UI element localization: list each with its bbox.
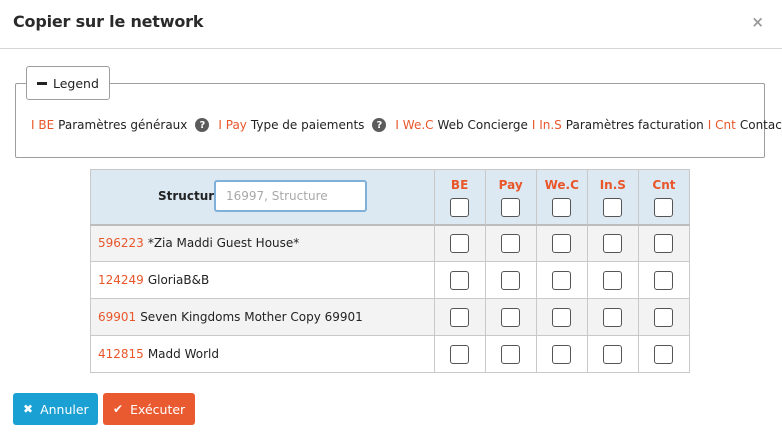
structure-cell: 412815 Madd World bbox=[90, 335, 435, 373]
row-be-checkbox[interactable] bbox=[450, 270, 470, 290]
row-pay-checkbox[interactable] bbox=[501, 233, 521, 253]
legend-label-cnt: Contacts bbox=[739, 118, 782, 132]
check-icon: ✔ bbox=[113, 402, 124, 416]
select-all-be-checkbox[interactable] bbox=[450, 198, 470, 217]
structure-name: Madd World bbox=[147, 347, 219, 361]
table-row: 596223 *Zia Maddi Guest House* bbox=[90, 224, 691, 262]
row-pay-checkbox[interactable] bbox=[501, 344, 521, 364]
table-row: 124249 GloriaB&B bbox=[90, 261, 691, 299]
row-be-checkbox[interactable] bbox=[450, 233, 470, 253]
legend-button-label: Legend bbox=[53, 75, 99, 91]
legend-label-pay: Type de paiements bbox=[250, 118, 365, 132]
legend-code-be: I BE bbox=[31, 118, 55, 132]
legend-label-ins: Paramètres facturation bbox=[565, 118, 704, 132]
row-cnt-checkbox[interactable] bbox=[654, 307, 674, 327]
legend-code-wec: I We.C bbox=[395, 118, 434, 132]
row-wec-checkbox[interactable] bbox=[552, 307, 572, 327]
column-ins-label: In.S bbox=[599, 178, 626, 192]
column-be: BE bbox=[433, 169, 486, 225]
column-pay: Pay bbox=[484, 169, 537, 225]
select-all-cnt-checkbox[interactable] bbox=[654, 198, 674, 217]
structure-search-input[interactable] bbox=[214, 180, 367, 212]
structure-cell: 69901 Seven Kingdoms Mother Copy 69901 bbox=[90, 298, 435, 336]
close-icon[interactable]: × bbox=[751, 13, 764, 31]
structure-id: 412815 bbox=[98, 347, 144, 361]
help-icon[interactable]: ? bbox=[195, 118, 210, 132]
row-cnt-checkbox[interactable] bbox=[654, 344, 674, 364]
help-icon[interactable]: ? bbox=[372, 118, 387, 132]
table-header-row: Structure BE Pay We.C In.S Cnt bbox=[90, 169, 691, 225]
legend-items: I BE Paramètres généraux ? I Pay Type de… bbox=[31, 118, 782, 132]
structure-name: Seven Kingdoms Mother Copy 69901 bbox=[140, 310, 363, 324]
structure-id: 69901 bbox=[98, 310, 137, 324]
column-wec: We.C bbox=[535, 169, 588, 225]
structure-name: GloriaB&B bbox=[147, 273, 210, 287]
row-ins-checkbox[interactable] bbox=[603, 344, 623, 364]
row-ins-checkbox[interactable] bbox=[603, 233, 623, 253]
row-pay-checkbox[interactable] bbox=[501, 307, 521, 327]
execute-button-label: Exécuter bbox=[130, 401, 186, 417]
structure-id: 124249 bbox=[98, 273, 144, 287]
legend-label-be: Paramètres généraux bbox=[58, 118, 188, 132]
legend-label-wec: Web Concierge bbox=[437, 118, 528, 132]
row-cnt-checkbox[interactable] bbox=[654, 233, 674, 253]
row-be-checkbox[interactable] bbox=[450, 307, 470, 327]
column-be-label: BE bbox=[450, 178, 469, 192]
modal-title: Copier sur le network bbox=[13, 12, 204, 31]
legend-code-ins: I In.S bbox=[531, 118, 562, 132]
column-cnt-label: Cnt bbox=[652, 178, 676, 192]
execute-button[interactable]: ✔ Exécuter bbox=[103, 393, 195, 425]
close-icon: ✖ bbox=[23, 402, 34, 416]
structure-id: 596223 bbox=[98, 236, 144, 251]
structure-cell: 596223 *Zia Maddi Guest House* bbox=[90, 224, 435, 262]
table-row: 69901 Seven Kingdoms Mother Copy 69901 bbox=[90, 298, 691, 336]
row-be-checkbox[interactable] bbox=[450, 344, 470, 364]
row-cnt-checkbox[interactable] bbox=[654, 270, 674, 290]
select-all-wec-checkbox[interactable] bbox=[552, 198, 572, 217]
minus-icon bbox=[37, 81, 47, 85]
modal-header: Copier sur le network × bbox=[0, 0, 782, 49]
row-wec-checkbox[interactable] bbox=[552, 344, 572, 364]
cancel-button-label: Annuler bbox=[40, 401, 89, 417]
select-all-pay-checkbox[interactable] bbox=[501, 198, 521, 217]
table-row: 412815 Madd World bbox=[90, 335, 691, 373]
cancel-button[interactable]: ✖ Annuler bbox=[13, 393, 98, 425]
legend-code-cnt: I Cnt bbox=[707, 118, 736, 132]
structures-table: Structure BE Pay We.C In.S Cnt bbox=[90, 169, 691, 373]
legend-code-pay: I Pay bbox=[218, 118, 247, 132]
row-wec-checkbox[interactable] bbox=[552, 270, 572, 290]
row-ins-checkbox[interactable] bbox=[603, 270, 623, 290]
structure-name: *Zia Maddi Guest House* bbox=[147, 236, 300, 251]
column-pay-label: Pay bbox=[498, 178, 523, 192]
row-pay-checkbox[interactable] bbox=[501, 270, 521, 290]
column-wec-label: We.C bbox=[544, 178, 579, 192]
legend-toggle-button[interactable]: Legend bbox=[26, 66, 110, 100]
select-all-ins-checkbox[interactable] bbox=[603, 198, 623, 217]
structure-header: Structure bbox=[90, 169, 435, 225]
structure-cell: 124249 GloriaB&B bbox=[90, 261, 435, 299]
structure-column-label: Structure bbox=[158, 189, 223, 203]
column-ins: In.S bbox=[586, 169, 639, 225]
row-wec-checkbox[interactable] bbox=[552, 233, 572, 253]
row-ins-checkbox[interactable] bbox=[603, 307, 623, 327]
column-cnt: Cnt bbox=[637, 169, 691, 225]
